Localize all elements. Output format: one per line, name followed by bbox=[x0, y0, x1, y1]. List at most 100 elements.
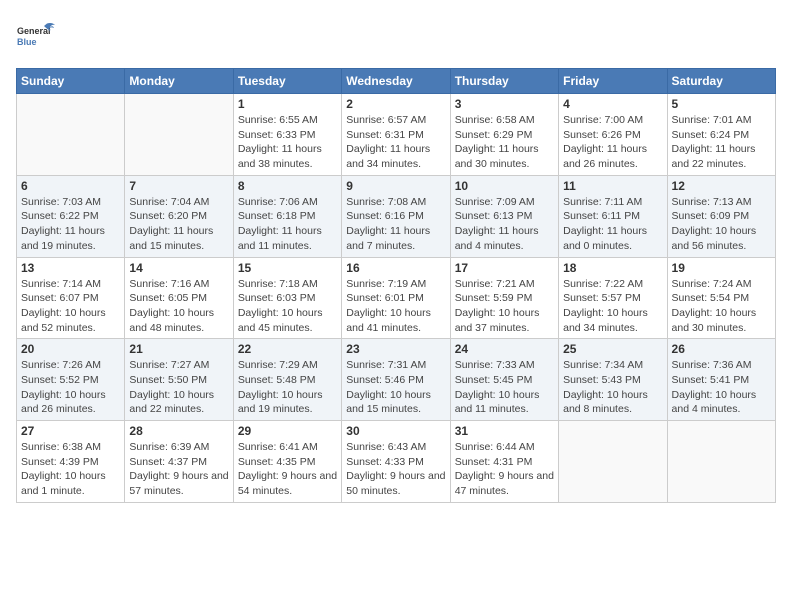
calendar-day-cell: 7 Sunrise: 7:04 AM Sunset: 6:20 PM Daylig… bbox=[125, 175, 233, 257]
calendar-day-cell: 27Sunrise: 6:38 AM Sunset: 4:39 PM Dayli… bbox=[17, 421, 125, 503]
day-detail: Sunrise: 7:21 AM Sunset: 5:59 PM Dayligh… bbox=[455, 277, 554, 336]
calendar-day-cell bbox=[17, 94, 125, 176]
day-number: 13 bbox=[21, 261, 120, 275]
day-number: 26 bbox=[672, 342, 771, 356]
day-number: 2 bbox=[346, 97, 445, 111]
day-detail: Sunrise: 7:13 AM Sunset: 6:09 PM Dayligh… bbox=[672, 195, 771, 254]
weekday-header: Thursday bbox=[450, 69, 558, 94]
day-number: 14 bbox=[129, 261, 228, 275]
day-detail: Sunrise: 7:00 AM Sunset: 6:26 PM Dayligh… bbox=[563, 113, 662, 172]
weekday-header: Friday bbox=[559, 69, 667, 94]
calendar-day-cell: 5Sunrise: 7:01 AM Sunset: 6:24 PM Daylig… bbox=[667, 94, 775, 176]
day-detail: Sunrise: 7:31 AM Sunset: 5:46 PM Dayligh… bbox=[346, 358, 445, 417]
calendar-day-cell bbox=[667, 421, 775, 503]
calendar-day-cell: 16 Sunrise: 7:19 AM Sunset: 6:01 PM Dayli… bbox=[342, 257, 450, 339]
calendar-day-cell bbox=[559, 421, 667, 503]
day-detail: Sunrise: 6:39 AM Sunset: 4:37 PM Dayligh… bbox=[129, 440, 228, 499]
day-number: 3 bbox=[455, 97, 554, 111]
calendar-day-cell: 19 Sunrise: 7:24 AM Sunset: 5:54 PM Dayli… bbox=[667, 257, 775, 339]
day-detail: Sunrise: 7:26 AM Sunset: 5:52 PM Dayligh… bbox=[21, 358, 120, 417]
day-number: 31 bbox=[455, 424, 554, 438]
calendar-week-row: 13 Sunrise: 7:14 AM Sunset: 6:07 PM Dayli… bbox=[17, 257, 776, 339]
day-detail: Sunrise: 7:06 AM Sunset: 6:18 PM Dayligh… bbox=[238, 195, 337, 254]
calendar-week-row: 20 Sunrise: 7:26 AM Sunset: 5:52 PM Dayli… bbox=[17, 339, 776, 421]
calendar-day-cell: 11Sunrise: 7:11 AM Sunset: 6:11 PM Dayli… bbox=[559, 175, 667, 257]
weekday-header: Tuesday bbox=[233, 69, 341, 94]
day-detail: Sunrise: 7:34 AM Sunset: 5:43 PM Dayligh… bbox=[563, 358, 662, 417]
day-number: 18 bbox=[563, 261, 662, 275]
day-detail: Sunrise: 7:33 AM Sunset: 5:45 PM Dayligh… bbox=[455, 358, 554, 417]
day-detail: Sunrise: 6:43 AM Sunset: 4:33 PM Dayligh… bbox=[346, 440, 445, 499]
day-detail: Sunrise: 7:14 AM Sunset: 6:07 PM Dayligh… bbox=[21, 277, 120, 336]
calendar-day-cell: 25 Sunrise: 7:34 AM Sunset: 5:43 PM Dayli… bbox=[559, 339, 667, 421]
weekday-header: Saturday bbox=[667, 69, 775, 94]
day-detail: Sunrise: 7:08 AM Sunset: 6:16 PM Dayligh… bbox=[346, 195, 445, 254]
weekday-header: Monday bbox=[125, 69, 233, 94]
day-detail: Sunrise: 7:04 AM Sunset: 6:20 PM Dayligh… bbox=[129, 195, 228, 254]
calendar-day-cell: 10Sunrise: 7:09 AM Sunset: 6:13 PM Dayli… bbox=[450, 175, 558, 257]
day-number: 15 bbox=[238, 261, 337, 275]
day-detail: Sunrise: 7:22 AM Sunset: 5:57 PM Dayligh… bbox=[563, 277, 662, 336]
calendar-day-cell: 14 Sunrise: 7:16 AM Sunset: 6:05 PM Dayli… bbox=[125, 257, 233, 339]
day-number: 22 bbox=[238, 342, 337, 356]
calendar-day-cell: 31 Sunrise: 6:44 AM Sunset: 4:31 PM Dayli… bbox=[450, 421, 558, 503]
day-number: 23 bbox=[346, 342, 445, 356]
day-number: 24 bbox=[455, 342, 554, 356]
day-detail: Sunrise: 7:19 AM Sunset: 6:01 PM Dayligh… bbox=[346, 277, 445, 336]
calendar-day-cell: 13 Sunrise: 7:14 AM Sunset: 6:07 PM Dayli… bbox=[17, 257, 125, 339]
calendar-day-cell: 23 Sunrise: 7:31 AM Sunset: 5:46 PM Dayli… bbox=[342, 339, 450, 421]
day-number: 16 bbox=[346, 261, 445, 275]
weekday-header: Sunday bbox=[17, 69, 125, 94]
day-detail: Sunrise: 7:29 AM Sunset: 5:48 PM Dayligh… bbox=[238, 358, 337, 417]
calendar-day-cell: 29 Sunrise: 6:41 AM Sunset: 4:35 PM Dayli… bbox=[233, 421, 341, 503]
calendar-day-cell: 21 Sunrise: 7:27 AM Sunset: 5:50 PM Dayli… bbox=[125, 339, 233, 421]
day-number: 6 bbox=[21, 179, 120, 193]
calendar-day-cell: 3Sunrise: 6:58 AM Sunset: 6:29 PM Daylig… bbox=[450, 94, 558, 176]
day-detail: Sunrise: 7:27 AM Sunset: 5:50 PM Dayligh… bbox=[129, 358, 228, 417]
calendar-day-cell: 26 Sunrise: 7:36 AM Sunset: 5:41 PM Dayli… bbox=[667, 339, 775, 421]
svg-text:General: General bbox=[17, 26, 51, 36]
day-number: 30 bbox=[346, 424, 445, 438]
calendar-day-cell: 2 Sunrise: 6:57 AM Sunset: 6:31 PM Daylig… bbox=[342, 94, 450, 176]
day-detail: Sunrise: 7:01 AM Sunset: 6:24 PM Dayligh… bbox=[672, 113, 771, 172]
logo: General Blue bbox=[16, 16, 56, 56]
day-number: 17 bbox=[455, 261, 554, 275]
calendar-week-row: 1Sunrise: 6:55 AM Sunset: 6:33 PM Daylig… bbox=[17, 94, 776, 176]
day-number: 19 bbox=[672, 261, 771, 275]
calendar-week-row: 27Sunrise: 6:38 AM Sunset: 4:39 PM Dayli… bbox=[17, 421, 776, 503]
day-detail: Sunrise: 7:16 AM Sunset: 6:05 PM Dayligh… bbox=[129, 277, 228, 336]
calendar-day-cell: 12 Sunrise: 7:13 AM Sunset: 6:09 PM Dayli… bbox=[667, 175, 775, 257]
calendar-day-cell: 15 Sunrise: 7:18 AM Sunset: 6:03 PM Dayli… bbox=[233, 257, 341, 339]
day-detail: Sunrise: 7:11 AM Sunset: 6:11 PM Dayligh… bbox=[563, 195, 662, 254]
day-number: 29 bbox=[238, 424, 337, 438]
calendar-week-row: 6Sunrise: 7:03 AM Sunset: 6:22 PM Daylig… bbox=[17, 175, 776, 257]
day-detail: Sunrise: 6:41 AM Sunset: 4:35 PM Dayligh… bbox=[238, 440, 337, 499]
day-detail: Sunrise: 6:38 AM Sunset: 4:39 PM Dayligh… bbox=[21, 440, 120, 499]
calendar-day-cell: 24 Sunrise: 7:33 AM Sunset: 5:45 PM Dayli… bbox=[450, 339, 558, 421]
day-number: 4 bbox=[563, 97, 662, 111]
page-header: General Blue bbox=[16, 16, 776, 56]
calendar-day-cell: 18 Sunrise: 7:22 AM Sunset: 5:57 PM Dayli… bbox=[559, 257, 667, 339]
svg-text:Blue: Blue bbox=[17, 37, 37, 47]
day-number: 20 bbox=[21, 342, 120, 356]
calendar-day-cell: 4 Sunrise: 7:00 AM Sunset: 6:26 PM Daylig… bbox=[559, 94, 667, 176]
calendar-day-cell: 28 Sunrise: 6:39 AM Sunset: 4:37 PM Dayli… bbox=[125, 421, 233, 503]
day-detail: Sunrise: 6:55 AM Sunset: 6:33 PM Dayligh… bbox=[238, 113, 337, 172]
day-detail: Sunrise: 6:57 AM Sunset: 6:31 PM Dayligh… bbox=[346, 113, 445, 172]
day-number: 10 bbox=[455, 179, 554, 193]
day-number: 28 bbox=[129, 424, 228, 438]
day-number: 7 bbox=[129, 179, 228, 193]
day-detail: Sunrise: 7:18 AM Sunset: 6:03 PM Dayligh… bbox=[238, 277, 337, 336]
calendar-day-cell: 17 Sunrise: 7:21 AM Sunset: 5:59 PM Dayli… bbox=[450, 257, 558, 339]
calendar-day-cell: 9Sunrise: 7:08 AM Sunset: 6:16 PM Daylig… bbox=[342, 175, 450, 257]
day-detail: Sunrise: 7:36 AM Sunset: 5:41 PM Dayligh… bbox=[672, 358, 771, 417]
calendar-day-cell: 8Sunrise: 7:06 AM Sunset: 6:18 PM Daylig… bbox=[233, 175, 341, 257]
day-number: 12 bbox=[672, 179, 771, 193]
day-number: 25 bbox=[563, 342, 662, 356]
calendar-day-cell: 22 Sunrise: 7:29 AM Sunset: 5:48 PM Dayli… bbox=[233, 339, 341, 421]
day-number: 21 bbox=[129, 342, 228, 356]
calendar-header-row: SundayMondayTuesdayWednesdayThursdayFrid… bbox=[17, 69, 776, 94]
day-detail: Sunrise: 6:44 AM Sunset: 4:31 PM Dayligh… bbox=[455, 440, 554, 499]
calendar-day-cell: 20 Sunrise: 7:26 AM Sunset: 5:52 PM Dayli… bbox=[17, 339, 125, 421]
day-detail: Sunrise: 7:24 AM Sunset: 5:54 PM Dayligh… bbox=[672, 277, 771, 336]
